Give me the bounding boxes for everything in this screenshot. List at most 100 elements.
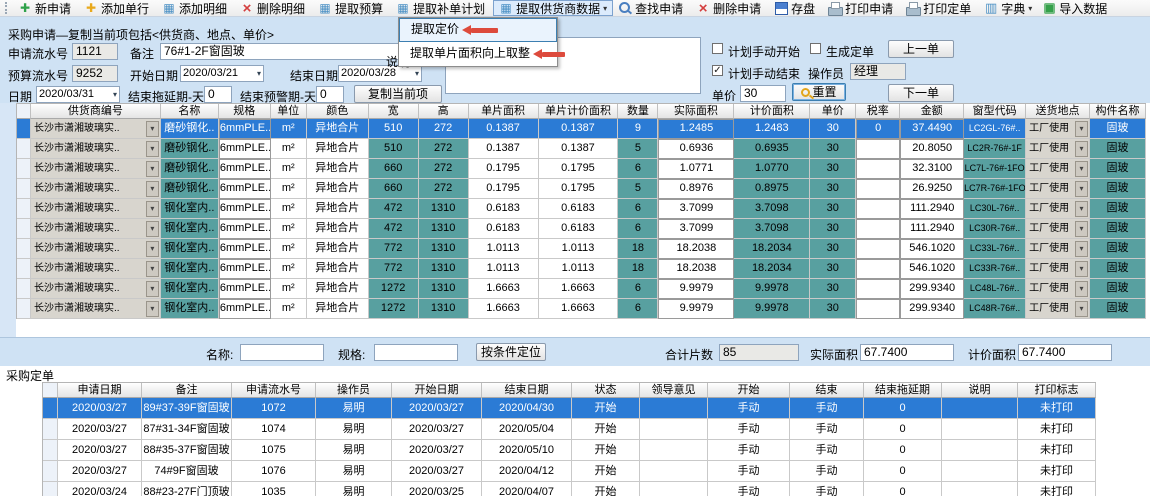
chevron-down-icon[interactable]: ▾ bbox=[146, 121, 159, 137]
price-area-cell[interactable]: 1.0770 bbox=[734, 159, 810, 179]
toolbar-button[interactable]: 提取预算 bbox=[313, 0, 391, 16]
delivery-cell[interactable]: 工厂使用 ▾ bbox=[1026, 159, 1090, 179]
operator-cell[interactable]: 易明 bbox=[316, 398, 392, 419]
toolbar-button[interactable]: 打印申请 bbox=[823, 0, 901, 16]
unit-price-cell[interactable]: 30 bbox=[810, 279, 856, 299]
supplier-cell[interactable]: 长沙市潇湘玻璃实.. ▾ bbox=[31, 179, 161, 199]
table-row[interactable]: 长沙市潇湘玻璃实.. ▾ 磨砂钢化.. 6mmPLE.. m² 异地合片 660… bbox=[17, 159, 1146, 179]
toolbar-button[interactable]: 导入数据 bbox=[1037, 0, 1115, 16]
warn-field[interactable]: 0 bbox=[316, 86, 344, 103]
name-cell[interactable]: 磨砂钢化.. bbox=[161, 139, 219, 159]
width-cell[interactable]: 660 bbox=[369, 159, 419, 179]
actual-area-cell[interactable]: 3.7099 bbox=[658, 219, 734, 239]
status-cell[interactable]: 开始 bbox=[572, 398, 640, 419]
request-date-cell[interactable]: 2020/03/24 bbox=[58, 482, 142, 496]
price-area-cell[interactable]: 3.7098 bbox=[734, 199, 810, 219]
color-cell[interactable]: 异地合片 bbox=[307, 199, 369, 219]
supplier-cell[interactable]: 长沙市潇湘玻璃实.. ▾ bbox=[31, 139, 161, 159]
tax-rate-cell[interactable] bbox=[856, 279, 900, 299]
table-row[interactable]: 长沙市潇湘玻璃实.. ▾ 钢化室内.. 6mmPLE.. m² 异地合片 127… bbox=[17, 299, 1146, 319]
height-cell[interactable]: 272 bbox=[419, 139, 469, 159]
start-mode-cell[interactable]: 手动 bbox=[708, 482, 790, 496]
chevron-down-icon[interactable]: ▾ bbox=[1075, 141, 1088, 157]
window-code-cell[interactable]: LC33L-76#.. bbox=[964, 239, 1026, 259]
tax-rate-cell[interactable] bbox=[856, 259, 900, 279]
piece-price-area-cell[interactable]: 1.0113 bbox=[539, 259, 619, 279]
remark-cell[interactable]: 74#9F窗固玻 bbox=[142, 461, 232, 482]
operator-field[interactable]: 经理 bbox=[850, 63, 906, 80]
budget-field[interactable]: 9252 bbox=[72, 65, 118, 82]
toolbar-button[interactable]: 删除申请 bbox=[691, 0, 769, 16]
chevron-down-icon[interactable]: ▾ bbox=[1075, 261, 1088, 277]
chevron-down-icon[interactable]: ▾ bbox=[146, 161, 159, 177]
width-cell[interactable]: 510 bbox=[369, 119, 419, 139]
name-cell[interactable]: 钢化室内.. bbox=[161, 279, 219, 299]
name-cell[interactable]: 磨砂钢化.. bbox=[161, 119, 219, 139]
table-row[interactable]: 长沙市潇湘玻璃实.. ▾ 钢化室内.. 6mmPLE.. m² 异地合片 127… bbox=[17, 279, 1146, 299]
delivery-cell[interactable]: 工厂使用 ▾ bbox=[1026, 279, 1090, 299]
chevron-down-icon[interactable]: ▾ bbox=[1075, 181, 1088, 197]
color-cell[interactable]: 异地合片 bbox=[307, 259, 369, 279]
remark-cell[interactable]: 88#23-27F门顶玻 bbox=[142, 482, 232, 496]
col-leader-opinion[interactable]: 领导意见 bbox=[640, 383, 708, 398]
delivery-cell[interactable]: 工厂使用 ▾ bbox=[1026, 119, 1090, 139]
leader-opinion-cell[interactable] bbox=[640, 398, 708, 419]
name-cell[interactable]: 钢化室内.. bbox=[161, 299, 219, 319]
window-code-cell[interactable]: LC7R-76#-1FO bbox=[964, 179, 1026, 199]
amount-cell[interactable]: 32.3100 bbox=[900, 159, 964, 179]
order-row[interactable]: 2020/03/27 74#9F窗固玻 1076 易明 2020/03/27 2… bbox=[43, 461, 1096, 482]
actual-area-cell[interactable]: 3.7099 bbox=[658, 199, 734, 219]
col-end-mode[interactable]: 结束 bbox=[790, 383, 864, 398]
col-price-area[interactable]: 计价面积 bbox=[734, 104, 810, 119]
qty-cell[interactable]: 18 bbox=[618, 259, 658, 279]
col-remark[interactable]: 备注 bbox=[142, 383, 232, 398]
col-note[interactable]: 说明 bbox=[942, 383, 1018, 398]
operator-cell[interactable]: 易明 bbox=[316, 440, 392, 461]
order-row[interactable]: 2020/03/27 87#31-34F窗固玻 1074 易明 2020/03/… bbox=[43, 419, 1096, 440]
actual-area-cell[interactable]: 0.6936 bbox=[658, 139, 734, 159]
piece-area-cell[interactable]: 0.1795 bbox=[469, 159, 539, 179]
col-start-date[interactable]: 开始日期 bbox=[392, 383, 482, 398]
end-delay-cell[interactable]: 0 bbox=[864, 482, 942, 496]
end-delay-cell[interactable]: 0 bbox=[864, 419, 942, 440]
col-actual-area[interactable]: 实际面积 bbox=[658, 104, 734, 119]
width-cell[interactable]: 660 bbox=[369, 179, 419, 199]
order-row[interactable]: 2020/03/24 88#23-27F门顶玻 1035 易明 2020/03/… bbox=[43, 482, 1096, 496]
start-date-cell[interactable]: 2020/03/27 bbox=[392, 440, 482, 461]
col-height[interactable]: 高 bbox=[419, 104, 469, 119]
start-mode-cell[interactable]: 手动 bbox=[708, 398, 790, 419]
price-area-cell[interactable]: 0.6935 bbox=[734, 139, 810, 159]
remark-cell[interactable]: 89#37-39F窗固玻 bbox=[142, 398, 232, 419]
amount-cell[interactable]: 37.4490 bbox=[900, 119, 964, 139]
piece-price-area-cell[interactable]: 0.1795 bbox=[539, 159, 619, 179]
toolbar-button[interactable]: 删除明细 bbox=[235, 0, 313, 16]
toolbar-button[interactable]: 添加单行 bbox=[79, 0, 157, 16]
component-cell[interactable]: 固玻 bbox=[1090, 179, 1146, 199]
unit-price-cell[interactable]: 30 bbox=[810, 139, 856, 159]
locate-button[interactable]: 按条件定位 bbox=[476, 343, 546, 361]
chevron-down-icon[interactable]: ▾ bbox=[1075, 281, 1088, 297]
unit-cell[interactable]: m² bbox=[271, 139, 307, 159]
next-order-button[interactable]: 下一单 bbox=[888, 84, 954, 102]
piece-area-cell[interactable]: 0.6183 bbox=[469, 219, 539, 239]
delivery-cell[interactable]: 工厂使用 ▾ bbox=[1026, 199, 1090, 219]
tax-rate-cell[interactable] bbox=[856, 139, 900, 159]
note-cell[interactable] bbox=[942, 398, 1018, 419]
end-delay-cell[interactable]: 0 bbox=[864, 440, 942, 461]
supplier-cell[interactable]: 长沙市潇湘玻璃实.. ▾ bbox=[31, 219, 161, 239]
table-row[interactable]: 长沙市潇湘玻璃实.. ▾ 磨砂钢化.. 6mmPLE.. m² 异地合片 660… bbox=[17, 179, 1146, 199]
table-row[interactable]: 长沙市潇湘玻璃实.. ▾ 钢化室内.. 6mmPLE.. m² 异地合片 472… bbox=[17, 219, 1146, 239]
chevron-down-icon[interactable]: ▾ bbox=[146, 261, 159, 277]
print-flag-cell[interactable]: 未打印 bbox=[1018, 419, 1096, 440]
toolbar-button[interactable]: 新申请 bbox=[13, 0, 79, 16]
qty-cell[interactable]: 6 bbox=[618, 199, 658, 219]
col-end-date[interactable]: 结束日期 bbox=[482, 383, 572, 398]
col-color[interactable]: 颜色 bbox=[307, 104, 369, 119]
end-mode-cell[interactable]: 手动 bbox=[790, 419, 864, 440]
toolbar-button[interactable]: 提取补单计划 bbox=[391, 0, 493, 16]
end-mode-cell[interactable]: 手动 bbox=[790, 398, 864, 419]
height-cell[interactable]: 1310 bbox=[419, 259, 469, 279]
end-date-cell[interactable]: 2020/05/04 bbox=[482, 419, 572, 440]
table-row[interactable]: 长沙市潇湘玻璃实.. ▾ 磨砂钢化.. 6mmPLE.. m² 异地合片 510… bbox=[17, 139, 1146, 159]
col-window-code[interactable]: 窗型代码 bbox=[964, 104, 1026, 119]
